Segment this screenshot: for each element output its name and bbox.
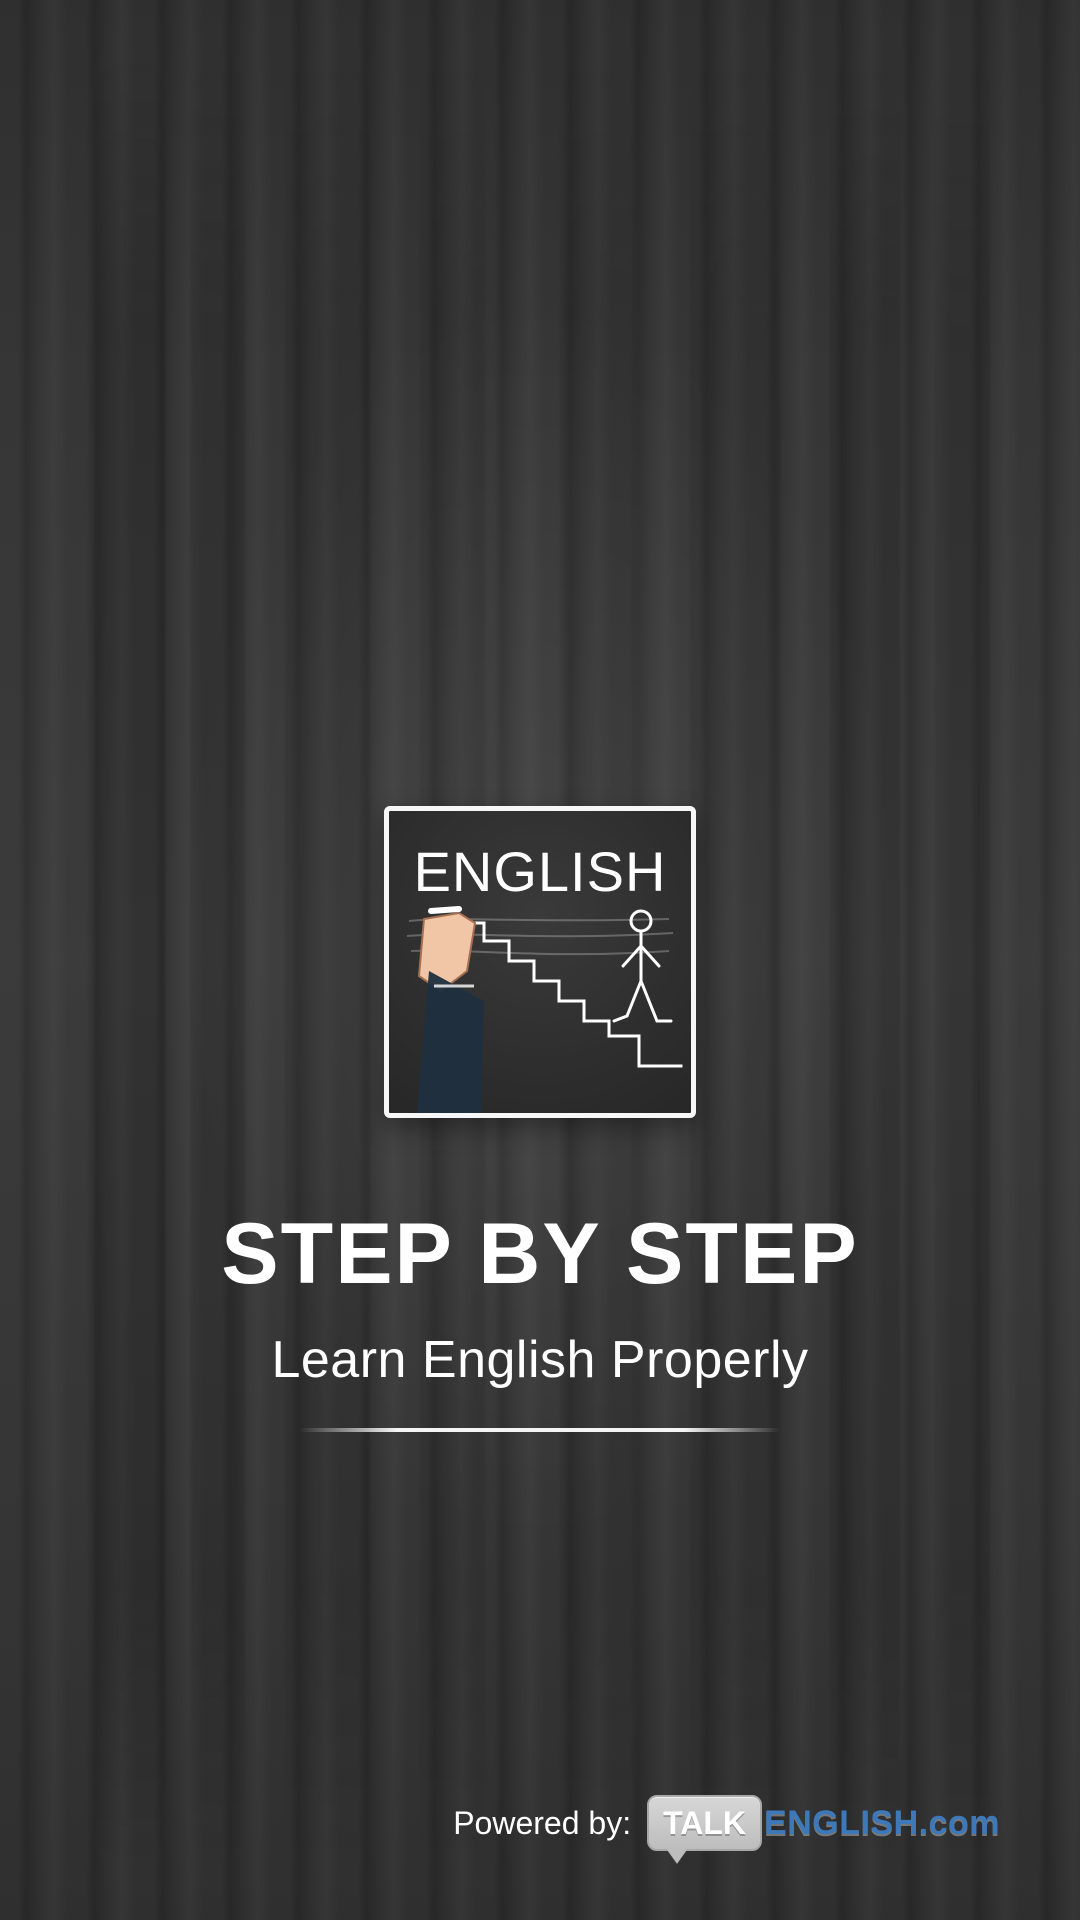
powered-by-label: Powered by: [453, 1804, 632, 1841]
background-streak [285, 60, 370, 1860]
splash-screen: ENGLISH STEP BY STEP Learn English Prope… [0, 0, 1080, 1920]
talk-speech-badge-icon: TALK [647, 1795, 763, 1851]
english-steps-illustration-icon [406, 906, 683, 1113]
app-logo: ENGLISH [384, 806, 696, 1118]
background-streak [935, 60, 990, 1860]
title-divider [300, 1428, 780, 1432]
powered-by: Powered by: TALK ENGLISH.com [453, 1795, 1000, 1851]
background-streak [690, 60, 780, 1860]
brand-logo: TALK ENGLISH.com [647, 1795, 1000, 1851]
background-streak [830, 60, 900, 1860]
app-title: STEP BY STEP [221, 1206, 859, 1302]
background-streak [190, 60, 245, 1860]
brand-badge-text: TALK [663, 1805, 747, 1841]
brand-text: ENGLISH.com [764, 1803, 1000, 1842]
background-streak [95, 60, 165, 1860]
app-subtitle: Learn English Properly [271, 1331, 809, 1389]
